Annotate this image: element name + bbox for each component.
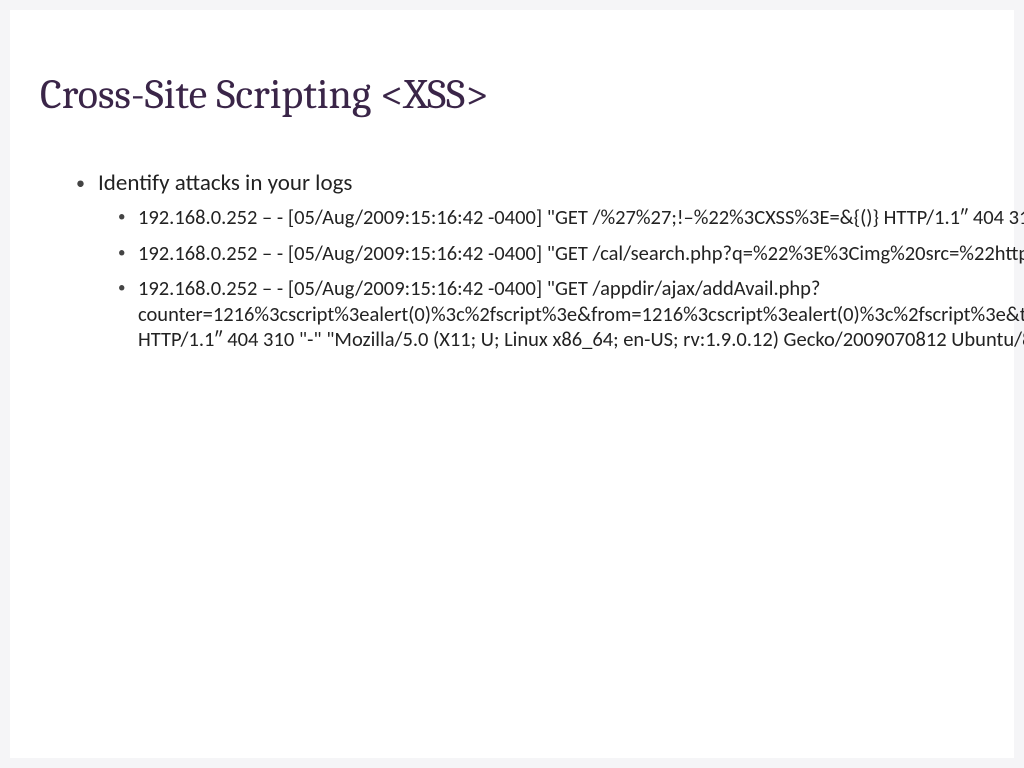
main-list-item: Identify attacks in your logs 192.168.0.… [98, 169, 1024, 353]
log-entry: 192.168.0.252 – - [05/Aug/2009:15:16:42 … [138, 276, 1024, 353]
main-list: Identify attacks in your logs 192.168.0.… [40, 169, 1024, 353]
content-area: Cross-Site Scripting <XSS> Identify atta… [10, 10, 1024, 758]
main-item-text: Identify attacks in your logs [98, 169, 352, 197]
log-entry: 192.168.0.252 – - [05/Aug/2009:15:16:42 … [138, 205, 1024, 231]
slide: Cross-Site Scripting <XSS> Identify atta… [10, 10, 1014, 758]
log-entry: 192.168.0.252 – - [05/Aug/2009:15:16:42 … [138, 241, 1024, 267]
sub-list: 192.168.0.252 – - [05/Aug/2009:15:16:42 … [98, 205, 1024, 353]
slide-title: Cross-Site Scripting <XSS> [40, 70, 1024, 119]
